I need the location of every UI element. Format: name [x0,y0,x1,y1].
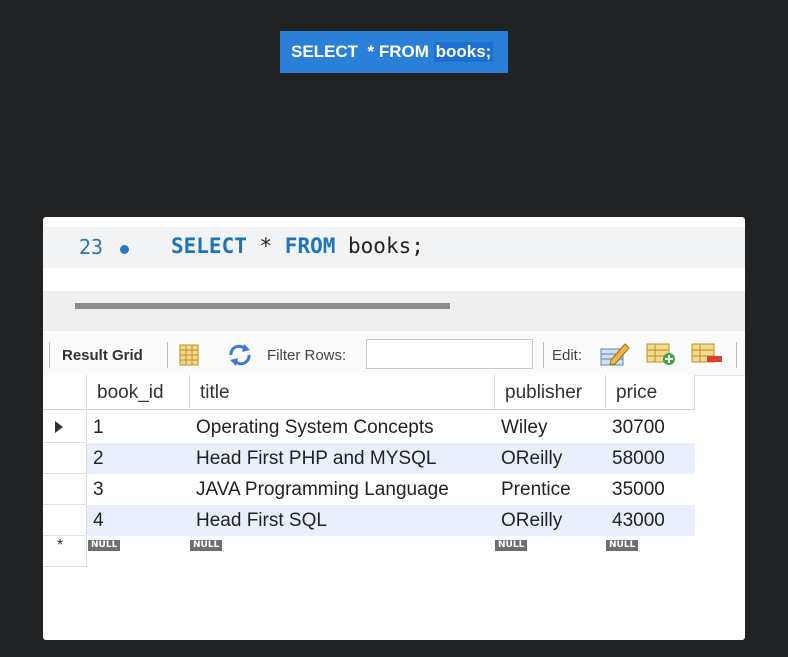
cell-publisher[interactable]: Prentice [495,474,606,505]
result-grid-tab[interactable]: Result Grid [62,347,143,364]
null-badge[interactable]: NULL [88,540,121,551]
scrollbar-thumb[interactable] [75,303,450,309]
cell-price[interactable]: 35000 [606,474,695,505]
toolbar-separator [167,342,168,368]
toolbar-separator [543,342,544,368]
filter-rows-label: Filter Rows: [267,347,347,364]
keyword-from: FROM [284,234,336,258]
editor-line[interactable]: 23 SELECT * FROM books; [43,227,745,268]
cell-book-id[interactable]: 1 [87,412,190,443]
sql-star: * [246,234,285,258]
row-gutter[interactable] [43,474,87,505]
workbench-panel: 23 SELECT * FROM books; Result Grid Filt… [43,217,745,640]
row-gutter[interactable]: * [43,536,87,567]
cell-price[interactable]: 58000 [606,443,695,474]
null-badge[interactable]: NULL [606,540,639,551]
cell-price[interactable]: 43000 [606,505,695,536]
row-gutter[interactable] [43,443,87,474]
cell-price[interactable]: 30700 [606,412,695,443]
column-header-title[interactable]: title [190,375,495,410]
column-header-price[interactable]: price [606,375,695,410]
sql-caption-text: SELECT * FROM [291,42,434,61]
cell-title[interactable]: JAVA Programming Language [190,474,495,505]
refresh-icon[interactable] [226,343,254,367]
edit-row-icon[interactable] [599,340,631,368]
current-row-arrow-icon [55,421,63,433]
null-badge[interactable]: NULL [495,540,528,551]
toolbar-separator [736,342,737,368]
cell-publisher[interactable]: OReilly [495,505,606,536]
cell-title[interactable]: Operating System Concepts [190,412,495,443]
cell-book-id[interactable]: 3 [87,474,190,505]
row-gutter[interactable] [43,412,87,443]
cell-title[interactable]: Head First SQL [190,505,495,536]
edit-label: Edit: [552,347,583,364]
result-grid-icon[interactable] [177,343,201,367]
row-gutter[interactable] [43,505,87,536]
add-row-icon[interactable] [645,341,677,367]
delete-row-icon[interactable] [690,341,724,367]
toolbar-separator [49,342,50,368]
sql-caption: SELECT * FROM books; [280,31,508,73]
horizontal-scrollbar[interactable] [43,291,745,331]
new-row-asterisk-icon: * [57,537,64,554]
sql-caption-highlight: books; [433,42,494,62]
cell-book-id[interactable]: 2 [87,443,190,474]
column-header-book-id[interactable]: book_id [87,375,190,410]
null-badge[interactable]: NULL [190,540,223,551]
statement-marker-icon [120,245,129,254]
header-gutter [43,375,87,410]
cell-book-id[interactable]: 4 [87,505,190,536]
cell-publisher[interactable]: OReilly [495,443,606,474]
sql-table-name: books; [335,234,424,258]
sql-statement[interactable]: SELECT * FROM books; [171,234,424,258]
line-number: 23 [79,235,104,259]
filter-rows-input[interactable] [366,339,533,369]
keyword-select: SELECT [171,234,247,258]
column-header-publisher[interactable]: publisher [495,375,606,410]
result-toolbar: Result Grid Filter Rows: Edit: [43,334,745,376]
cell-title[interactable]: Head First PHP and MYSQL [190,443,495,474]
cell-publisher[interactable]: Wiley [495,412,606,443]
